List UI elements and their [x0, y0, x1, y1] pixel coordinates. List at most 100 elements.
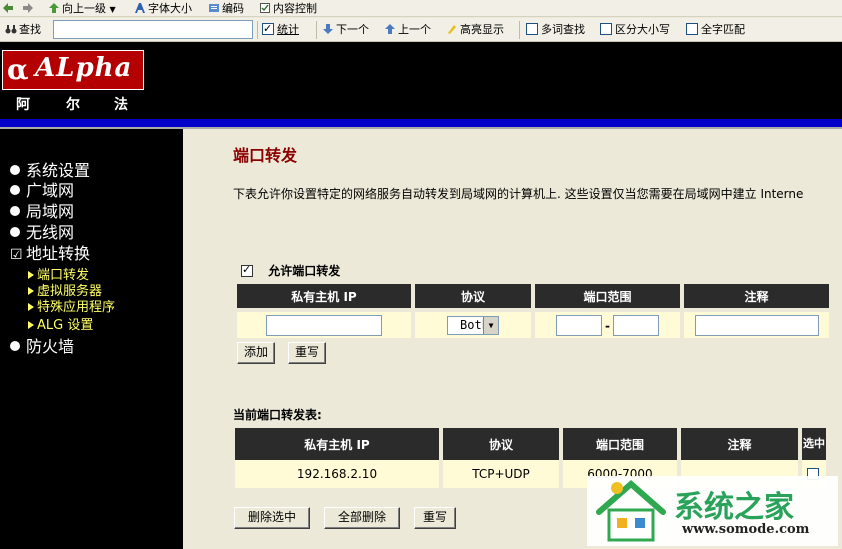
up-arrow-icon: [49, 3, 59, 13]
router-header: α ALpha 阿 尔 法: [0, 42, 842, 119]
ip-input[interactable]: [266, 314, 382, 336]
sidebar-item-wireless[interactable]: 无线网: [10, 223, 74, 243]
multi-word-checkbox[interactable]: [526, 23, 538, 35]
bullet-icon: [10, 341, 20, 351]
stats-toggle[interactable]: 统计: [262, 21, 299, 37]
sidebar-item-system[interactable]: 系统设置: [10, 161, 90, 181]
enable-checkbox[interactable]: [241, 263, 253, 277]
header-accent-bar: [0, 119, 842, 127]
column-header: 私有主机 IP: [237, 284, 411, 308]
font-size-label: 字体大小: [148, 2, 192, 15]
cell-ip: 192.168.2.10: [235, 460, 439, 488]
sidebar-item-lan[interactable]: 局域网: [10, 202, 74, 222]
triangle-bullet-icon: [28, 321, 34, 329]
sidebar-subitem-virtual-server[interactable]: 虚拟服务器: [28, 284, 102, 300]
sidebar-item-label: 防火墙: [26, 337, 75, 356]
encoding-button[interactable]: 编码: [208, 1, 244, 16]
brand-char: 尔: [66, 97, 80, 113]
column-header: 私有主机 IP: [235, 428, 439, 460]
watermark-name: 系统之家: [674, 490, 794, 525]
sidebar-item-nat[interactable]: ☑ 地址转换: [10, 244, 90, 265]
port-to-input[interactable]: [612, 314, 659, 336]
find-prev-label: 上一个: [398, 23, 431, 36]
triangle-bullet-icon: [28, 287, 34, 295]
font-size-button[interactable]: 字体大小: [134, 1, 192, 16]
encoding-label: 编码: [222, 2, 244, 15]
sidebar-item-label: 地址转换: [26, 244, 91, 263]
up-level-button[interactable]: 向上一级 ▼: [48, 1, 116, 16]
sidebar-item-label: 广域网: [26, 181, 75, 200]
divider: [519, 21, 520, 39]
highlight-button[interactable]: 高亮显示: [446, 22, 504, 37]
browser-toolbar: 向上一级 ▼ 字体大小 编码 内容控制: [0, 0, 842, 17]
column-header: 注释: [684, 284, 829, 308]
protocol-select[interactable]: Both ▼: [447, 315, 499, 335]
down-arrow-icon: [323, 24, 333, 34]
find-prev-button[interactable]: 上一个: [384, 22, 431, 37]
font-size-icon: [135, 3, 145, 13]
sidebar-subitem-label: ALG 设置: [37, 318, 94, 333]
brand-char: 法: [114, 97, 128, 113]
up-arrow-icon: [385, 24, 395, 34]
sidebar-subitem-alg[interactable]: ALG 设置: [28, 318, 93, 334]
encoding-icon: [209, 4, 219, 12]
chevron-down-icon[interactable]: ▼: [483, 316, 498, 334]
whole-word-label: 全字匹配: [701, 23, 745, 36]
page-title: 端口转发: [233, 146, 298, 165]
enable-port-forwarding-toggle[interactable]: 允许端口转发: [241, 262, 340, 279]
sidebar-item-firewall[interactable]: 防火墙: [10, 337, 74, 357]
delete-selected-button[interactable]: 删除选中: [234, 507, 310, 529]
port-from-input[interactable]: [556, 314, 602, 336]
column-header: 注释: [681, 428, 798, 460]
stats-checkbox[interactable]: [262, 21, 274, 36]
delete-all-button[interactable]: 全部删除: [324, 507, 400, 529]
find-label-group: 查找: [5, 22, 41, 37]
sidebar-subitem-special-apps[interactable]: 特殊应用程序: [28, 300, 115, 316]
forward-button[interactable]: [22, 1, 36, 16]
content-control-icon: [260, 3, 270, 13]
content-control-button[interactable]: 内容控制: [259, 1, 317, 16]
port-forward-form: 私有主机 IP 协议 端口范围 注释 Both ▼ -: [233, 284, 833, 338]
column-header: 端口范围: [563, 428, 677, 460]
divider: [316, 21, 317, 39]
binoculars-icon: [5, 25, 17, 34]
add-button[interactable]: 添加: [237, 342, 275, 364]
port-range-cell: -: [535, 312, 680, 338]
current-table-title: 当前端口转发表:: [233, 408, 322, 422]
bullet-icon: [10, 185, 20, 195]
divider: [257, 21, 258, 39]
case-checkbox[interactable]: [600, 23, 612, 35]
page-description: 下表允许你设置特定的网络服务自动转发到局域网的计算机上. 这些设置仅当您需要在局…: [233, 187, 804, 201]
multi-word-toggle[interactable]: 多词查找: [526, 22, 585, 37]
multi-word-label: 多词查找: [541, 23, 585, 36]
brand-char: 阿: [16, 97, 30, 113]
comment-input[interactable]: [694, 314, 819, 336]
watermark-url: www.somode.com: [682, 522, 810, 537]
watermark: 系统之家 www.somode.com: [587, 476, 838, 546]
triangle-bullet-icon: [28, 271, 34, 279]
find-next-button[interactable]: 下一个: [322, 22, 369, 37]
ip-cell: [237, 312, 411, 338]
sidebar-item-wan[interactable]: 广域网: [10, 181, 74, 201]
case-toggle[interactable]: 区分大小写: [600, 22, 670, 37]
column-header: 端口范围: [535, 284, 680, 308]
back-button[interactable]: [2, 1, 16, 16]
back-arrow-icon: [3, 3, 13, 13]
reset-table-button[interactable]: 重写: [414, 507, 456, 529]
whole-word-toggle[interactable]: 全字匹配: [686, 22, 745, 37]
highlighter-icon: [448, 25, 456, 34]
dropdown-arrow-icon[interactable]: ▼: [110, 5, 116, 14]
enable-label: 允许端口转发: [268, 264, 341, 278]
checkmark-icon: ☑: [10, 247, 23, 263]
sidebar-subitem-port-forwarding[interactable]: 端口转发: [28, 268, 89, 284]
column-header: 协议: [443, 428, 559, 460]
reset-form-button[interactable]: 重写: [288, 342, 326, 364]
bullet-icon: [10, 165, 20, 175]
protocol-cell: Both ▼: [415, 312, 531, 338]
content-control-label: 内容控制: [273, 2, 317, 15]
case-label: 区分大小写: [615, 23, 670, 36]
bullet-icon: [10, 227, 20, 237]
whole-word-checkbox[interactable]: [686, 23, 698, 35]
find-input[interactable]: [53, 20, 253, 39]
sidebar: 系统设置 广域网 局域网 无线网 ☑ 地址转换 端口转发 虚拟服务器 特殊应用程序…: [0, 129, 183, 549]
